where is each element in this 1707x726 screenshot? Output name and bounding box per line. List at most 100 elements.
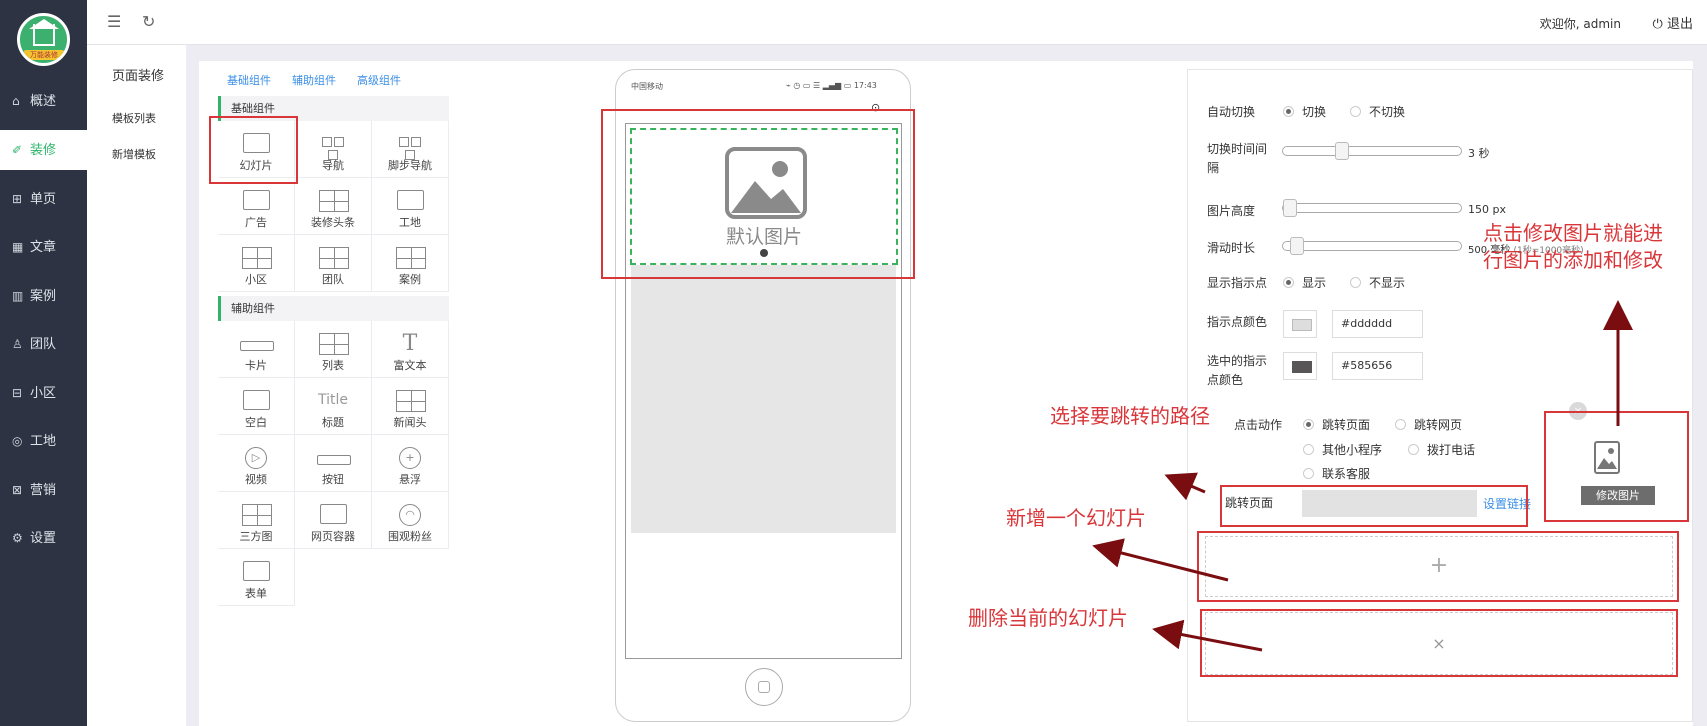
action-radio-page[interactable]: 跳转页面: [1303, 416, 1370, 433]
page-icon: ⊞: [12, 192, 23, 206]
component-form[interactable]: 表单: [218, 549, 295, 606]
component-fans[interactable]: ◠ 围观粉丝: [372, 492, 449, 549]
submenu: 页面装修 模板列表 新增模板: [87, 45, 186, 726]
radio-label: 拨打电话: [1427, 443, 1476, 457]
sidebar-item-single-page[interactable]: ⊞ 单页: [0, 179, 87, 219]
image-icon: [243, 190, 270, 210]
action-radio-phone[interactable]: 拨打电话: [1408, 441, 1475, 458]
news-header-icon: [396, 390, 426, 412]
active-dot-color-input[interactable]: #585656: [1332, 352, 1423, 380]
plus-circle-icon: +: [399, 447, 421, 469]
component-team[interactable]: 团队: [295, 235, 372, 292]
component-label: 网页容器: [311, 530, 355, 543]
autoplay-off-radio[interactable]: 不切换: [1350, 103, 1405, 120]
component-label: 案例: [399, 273, 421, 286]
status-right: ⌁ ◷ ▭ ☰ ▂▄▆ ▭ 17:43: [786, 81, 877, 90]
radio-label: 其他小程序: [1322, 443, 1383, 457]
submenu-item-templates[interactable]: 模板列表: [112, 110, 156, 126]
component-blank[interactable]: 空白: [218, 378, 295, 435]
component-case[interactable]: 案例: [372, 235, 449, 292]
home-icon: ⌂: [12, 94, 20, 108]
sidebar-item-site[interactable]: ◎ 工地: [0, 421, 87, 461]
article-icon: ▦: [12, 240, 24, 254]
radio-empty-icon: [1395, 419, 1406, 430]
component-float[interactable]: + 悬浮: [372, 435, 449, 492]
settings-icon: ⚙: [12, 531, 23, 545]
submenu-title: 页面装修: [112, 69, 165, 84]
highlight-jump: [1220, 485, 1528, 527]
sidebar-item-decorate[interactable]: ✐ 装修: [0, 130, 87, 170]
sidebar-item-community[interactable]: ⊟ 小区: [0, 373, 87, 413]
tab-basic[interactable]: 基础组件: [227, 72, 271, 88]
submenu-item-new-template[interactable]: 新增模板: [112, 146, 156, 162]
component-headline[interactable]: 装修头条: [295, 178, 372, 235]
component-label: 团队: [322, 273, 344, 286]
action-radio-service[interactable]: 联系客服: [1303, 465, 1370, 482]
case-grid-icon: [396, 247, 426, 269]
component-community[interactable]: 小区: [218, 235, 295, 292]
tab-advanced[interactable]: 高级组件: [357, 72, 401, 88]
component-three-image[interactable]: 三方图: [218, 492, 295, 549]
highlight-add: [1197, 531, 1679, 602]
sidebar-item-cases[interactable]: ▥ 案例: [0, 276, 87, 316]
component-label: 围观粉丝: [388, 530, 432, 543]
sidebar-item-marketing[interactable]: ⊠ 营销: [0, 470, 87, 510]
height-slider[interactable]: [1282, 199, 1462, 217]
sidebar-item-overview[interactable]: ⌂ 概述: [0, 81, 87, 121]
component-richtext[interactable]: T 富文本: [372, 321, 449, 378]
dot-color-chip: [1292, 319, 1312, 331]
interval-slider[interactable]: [1282, 142, 1462, 160]
autoplay-on-radio[interactable]: 切换: [1283, 103, 1326, 120]
indicator-off-radio[interactable]: 不显示: [1350, 274, 1405, 291]
component-label: 卡片: [245, 359, 267, 372]
sidebar-item-team[interactable]: ♙ 团队: [0, 324, 87, 364]
highlight-slideshow: [209, 116, 298, 184]
component-title[interactable]: Title 标题: [295, 378, 372, 435]
active-dot-color-swatch[interactable]: [1283, 352, 1317, 380]
refresh-icon[interactable]: ↻: [142, 12, 155, 31]
height-label: 图片高度: [1207, 204, 1256, 218]
component-footer-nav[interactable]: 脚步导航: [372, 121, 449, 178]
component-label: 广告: [245, 216, 267, 229]
component-label: 装修头条: [311, 216, 355, 229]
height-slider-handle[interactable]: [1283, 199, 1297, 217]
site-icon: ◎: [12, 434, 23, 448]
logout-label: 退出: [1666, 17, 1693, 32]
image-icon: [397, 190, 424, 210]
component-list[interactable]: 列表: [295, 321, 372, 378]
brand-logo[interactable]: 万能装修: [17, 13, 70, 66]
component-ad[interactable]: 广告: [218, 178, 295, 235]
community-icon: ⊟: [12, 386, 23, 400]
sidebar-item-label: 小区: [30, 386, 57, 401]
form-icon: [243, 561, 270, 581]
logout-button[interactable]: ⏻ 退出: [1653, 13, 1693, 32]
collapse-menu-icon[interactable]: ☰: [107, 12, 121, 31]
component-button[interactable]: 按钮: [295, 435, 372, 492]
dot-color-input[interactable]: #dddddd: [1332, 310, 1423, 338]
radio-label: 联系客服: [1322, 467, 1371, 481]
radio-empty-icon: [1350, 277, 1361, 288]
annotation-add: 新增一个幻灯片: [1006, 506, 1146, 530]
duration-slider-handle[interactable]: [1290, 237, 1304, 255]
interval-slider-handle[interactable]: [1335, 142, 1349, 160]
component-video[interactable]: ▷ 视频: [218, 435, 295, 492]
component-label: 按钮: [322, 473, 344, 486]
component-nav[interactable]: 导航: [295, 121, 372, 178]
list-icon: [319, 333, 349, 355]
action-radio-miniprogram[interactable]: 其他小程序: [1303, 441, 1382, 458]
indicator-on-radio[interactable]: 显示: [1283, 274, 1326, 291]
sidebar-item-articles[interactable]: ▦ 文章: [0, 227, 87, 267]
tab-auxiliary[interactable]: 辅助组件: [292, 72, 336, 88]
component-news-header[interactable]: 新闻头: [372, 378, 449, 435]
headset-icon: ◠: [399, 504, 421, 526]
duration-slider[interactable]: [1282, 237, 1462, 255]
component-site[interactable]: 工地: [372, 178, 449, 235]
sidebar-item-label: 文章: [30, 240, 57, 255]
footer-nav-icon: [394, 137, 428, 160]
dot-color-swatch[interactable]: [1283, 310, 1317, 338]
action-radio-web[interactable]: 跳转网页: [1395, 416, 1462, 433]
component-card[interactable]: 卡片: [218, 321, 295, 378]
sidebar-item-settings[interactable]: ⚙ 设置: [0, 518, 87, 558]
component-webview[interactable]: 网页容器: [295, 492, 372, 549]
highlight-preview: [601, 109, 915, 279]
